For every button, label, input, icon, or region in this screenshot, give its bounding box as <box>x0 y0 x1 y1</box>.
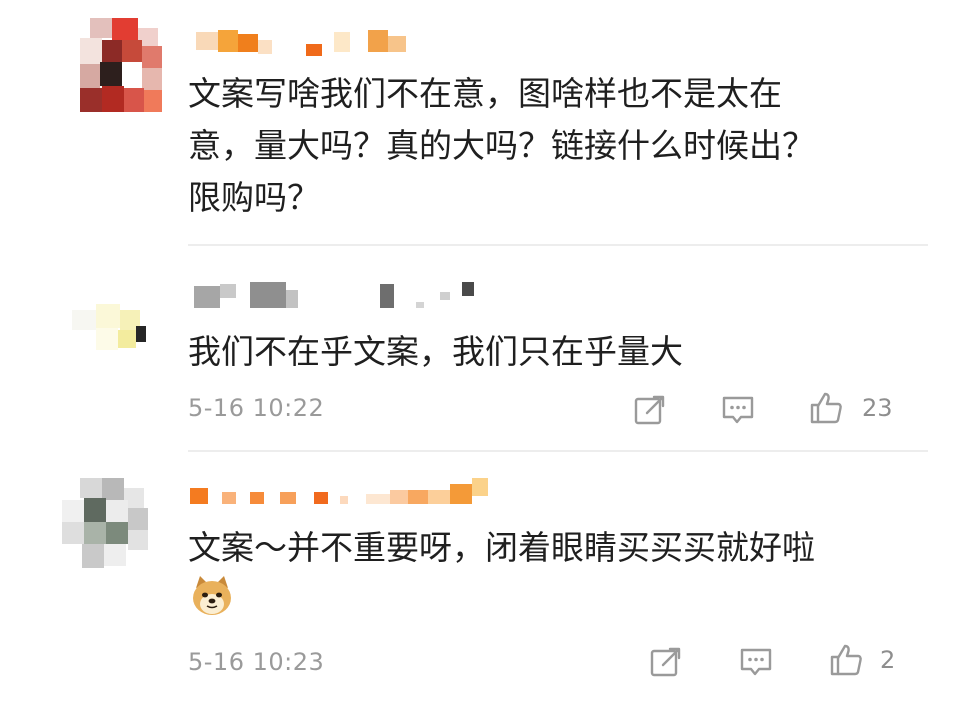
comment-text: 我们不在乎文案，我们只在乎量大 <box>188 332 683 371</box>
divider <box>188 244 928 246</box>
username[interactable] <box>194 282 494 308</box>
doge-emoji <box>190 574 234 618</box>
share-icon[interactable] <box>632 392 668 428</box>
timestamp: 5-16 10:22 <box>188 394 325 422</box>
like-icon[interactable] <box>808 390 844 426</box>
like-count: 2 <box>880 646 896 674</box>
comment-text: 文案写啥我们不在意，图啥样也不是太在 意，量大吗？真的大吗？链接什么时候出？ 限… <box>188 74 815 217</box>
like-icon[interactable] <box>828 642 864 678</box>
divider <box>188 450 928 452</box>
like-count: 23 <box>862 394 893 422</box>
avatar[interactable] <box>80 18 162 112</box>
share-icon[interactable] <box>648 644 684 680</box>
comment-icon[interactable] <box>738 644 774 680</box>
timestamp: 5-16 10:23 <box>188 648 325 676</box>
comment-text: 文案～并不重要呀，闭着眼睛买买买就好啦 <box>188 528 815 567</box>
username[interactable] <box>190 478 500 504</box>
avatar[interactable] <box>72 296 154 356</box>
username[interactable] <box>196 30 416 56</box>
comment-icon[interactable] <box>720 392 756 428</box>
avatar[interactable] <box>62 478 152 570</box>
